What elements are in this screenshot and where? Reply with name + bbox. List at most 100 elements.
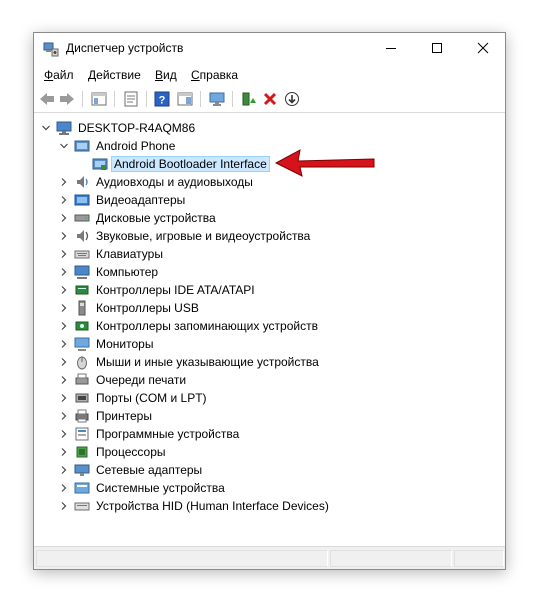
tree-category-item[interactable]: Сетевые адаптеры — [58, 461, 204, 479]
tree-root-computer[interactable]: DESKTOP-R4AQM86 — [40, 119, 197, 137]
device-label: Android Bootloader Interface — [111, 156, 270, 172]
red-annotation-arrow — [274, 149, 375, 177]
chevron-right-icon[interactable] — [58, 392, 70, 404]
menu-file[interactable]: Файл — [42, 67, 76, 83]
mouse-icon — [74, 354, 90, 370]
tree-category-item[interactable]: Системные устройства — [58, 479, 227, 497]
show-hide-tree-icon[interactable] — [90, 90, 108, 108]
menu-action[interactable]: Действие — [86, 67, 143, 83]
chevron-right-icon[interactable] — [58, 230, 70, 242]
computer-name: DESKTOP-R4AQM86 — [78, 121, 196, 135]
forward-arrow-icon[interactable] — [58, 90, 76, 108]
chevron-right-icon[interactable] — [58, 212, 70, 224]
chevron-down-icon[interactable] — [40, 122, 52, 134]
audio-icon — [74, 174, 90, 190]
category-label: Контроллеры USB — [96, 301, 199, 315]
tree-category-item[interactable]: Дисковые устройства — [58, 209, 218, 227]
chevron-right-icon[interactable] — [58, 482, 70, 494]
chevron-right-icon[interactable] — [58, 302, 70, 314]
category-label: Клавиатуры — [96, 247, 163, 261]
usb-controller-icon — [74, 300, 90, 316]
android-device-icon — [92, 156, 108, 172]
chevron-right-icon[interactable] — [58, 428, 70, 440]
tree-category-item[interactable]: Мониторы — [58, 335, 155, 353]
processor-icon — [74, 444, 90, 460]
category-label: Порты (COM и LPT) — [96, 391, 207, 405]
close-button[interactable] — [460, 33, 505, 63]
uninstall-device-icon[interactable] — [261, 90, 279, 108]
menu-bar: Файл Действие Вид Справка — [34, 65, 505, 85]
category-label: Принтеры — [96, 409, 152, 423]
category-label: Процессоры — [96, 445, 166, 459]
tree-category-item[interactable]: Контроллеры запоминающих устройств — [58, 317, 320, 335]
status-segment — [36, 550, 328, 567]
computer-icon — [74, 264, 90, 280]
help-icon[interactable]: ? — [153, 90, 171, 108]
scan-hardware-icon[interactable] — [283, 90, 301, 108]
monitor-icon — [74, 336, 90, 352]
chevron-right-icon[interactable] — [58, 374, 70, 386]
chevron-right-icon[interactable] — [58, 446, 70, 458]
status-segment — [330, 550, 452, 567]
title-bar: Диспетчер устройств — [34, 33, 505, 64]
category-label: Компьютер — [96, 265, 159, 279]
tree-category-item[interactable]: Контроллеры IDE ATA/ATAPI — [58, 281, 257, 299]
minimize-button[interactable] — [368, 33, 414, 63]
tree-category-item[interactable]: Программные устройства — [58, 425, 241, 443]
chevron-right-icon[interactable] — [58, 338, 70, 350]
tree-category-item[interactable]: Компьютер — [58, 263, 160, 281]
sound-icon — [74, 228, 90, 244]
tree-category-item[interactable]: Мыши и иные указывающие устройства — [58, 353, 321, 371]
tree-category-item[interactable]: Клавиатуры — [58, 245, 165, 263]
chevron-right-icon[interactable] — [58, 176, 70, 188]
chevron-down-icon[interactable] — [58, 140, 70, 152]
menu-view[interactable]: Вид — [153, 67, 179, 83]
tree-category-item[interactable]: Процессоры — [58, 443, 168, 461]
chevron-right-icon[interactable] — [58, 464, 70, 476]
monitor-icon[interactable] — [208, 90, 226, 108]
tree-item-android-phone[interactable]: Android Phone — [58, 137, 177, 155]
category-label: Мониторы — [96, 337, 154, 351]
chevron-right-icon[interactable] — [58, 248, 70, 260]
tree-category-item[interactable]: Принтеры — [58, 407, 154, 425]
tree-category-item[interactable]: Видеоадаптеры — [58, 191, 187, 209]
storage-controller-icon — [74, 318, 90, 334]
category-label: Звуковые, игровые и видеоустройства — [96, 229, 311, 243]
chevron-right-icon[interactable] — [58, 356, 70, 368]
print-queue-icon — [74, 372, 90, 388]
category-label: Аудиовходы и аудиовыходы — [96, 175, 253, 189]
computer-icon — [56, 120, 72, 136]
chevron-right-icon[interactable] — [58, 500, 70, 512]
chevron-right-icon[interactable] — [58, 410, 70, 422]
tree-category-item[interactable]: Звуковые, игровые и видеоустройства — [58, 227, 312, 245]
tree-category-item[interactable]: Устройства HID (Human Interface Devices) — [58, 497, 331, 515]
menu-help[interactable]: Справка — [189, 67, 240, 83]
chevron-right-icon[interactable] — [58, 320, 70, 332]
tree-category-item[interactable]: Контроллеры USB — [58, 299, 201, 317]
svg-text:?: ? — [159, 95, 166, 107]
tree-item-android-bootloader[interactable]: Android Bootloader Interface — [92, 155, 270, 173]
back-arrow-icon[interactable] — [38, 90, 56, 108]
device-manager-app-icon — [43, 41, 59, 57]
status-bar — [34, 546, 505, 569]
category-label: Мыши и иные указывающие устройства — [96, 355, 319, 369]
properties-icon[interactable] — [122, 90, 140, 108]
category-label: Контроллеры IDE ATA/ATAPI — [96, 283, 255, 297]
chevron-right-icon[interactable] — [58, 194, 70, 206]
category-label: Системные устройства — [96, 481, 225, 495]
category-label: Программные устройства — [96, 427, 240, 441]
tree-category-item[interactable]: Очереди печати — [58, 371, 188, 389]
display-adapter-icon — [74, 192, 90, 208]
maximize-button[interactable] — [414, 33, 460, 63]
ide-controller-icon — [74, 282, 90, 298]
port-icon — [74, 390, 90, 406]
chevron-right-icon[interactable] — [58, 284, 70, 296]
chevron-right-icon[interactable] — [58, 266, 70, 278]
tree-category-item[interactable]: Порты (COM и LPT) — [58, 389, 209, 407]
window-title: Диспетчер устройств — [66, 41, 184, 55]
status-segment — [454, 550, 504, 567]
disk-drive-icon — [74, 210, 90, 226]
update-driver-icon[interactable] — [239, 90, 257, 108]
action-pane-icon[interactable] — [176, 90, 194, 108]
tree-category-item[interactable]: Аудиовходы и аудиовыходы — [58, 173, 255, 191]
